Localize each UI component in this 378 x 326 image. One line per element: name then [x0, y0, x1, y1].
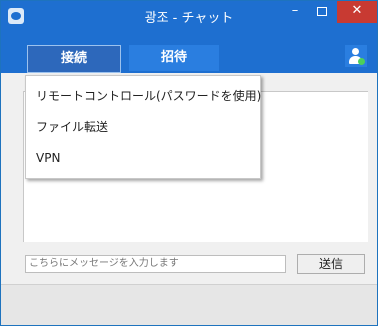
send-button[interactable]: 送信 — [297, 254, 365, 274]
toolbar: 接続 招待 — [1, 31, 377, 73]
maximize-icon — [317, 7, 327, 16]
message-input[interactable]: こちらにメッセージを入力します — [25, 255, 286, 273]
tab-invite[interactable]: 招待 — [129, 45, 219, 71]
menu-item-file-transfer[interactable]: ファイル転送 — [36, 117, 108, 137]
menu-item-vpn[interactable]: VPN — [36, 148, 60, 168]
title-bar[interactable]: 광조 - チャット – ✕ — [1, 1, 377, 31]
menu-item-remote-control[interactable]: リモートコントロール(パスワードを使用) — [36, 86, 261, 106]
maximize-button[interactable] — [309, 1, 335, 23]
tab-connect[interactable]: 接続 — [27, 45, 121, 73]
connect-dropdown-menu: リモートコントロール(パスワードを使用) ファイル転送 VPN — [25, 75, 261, 179]
minimize-button[interactable]: – — [282, 1, 308, 23]
status-bar — [1, 284, 377, 325]
close-button[interactable]: ✕ — [337, 1, 377, 23]
user-presence-icon[interactable] — [345, 45, 367, 67]
user-head-shape — [352, 48, 359, 55]
online-status-dot — [358, 58, 365, 65]
chat-window: 광조 - チャット – ✕ 接続 招待 こちらにメッセージを入力します 送信 リ… — [0, 0, 378, 326]
